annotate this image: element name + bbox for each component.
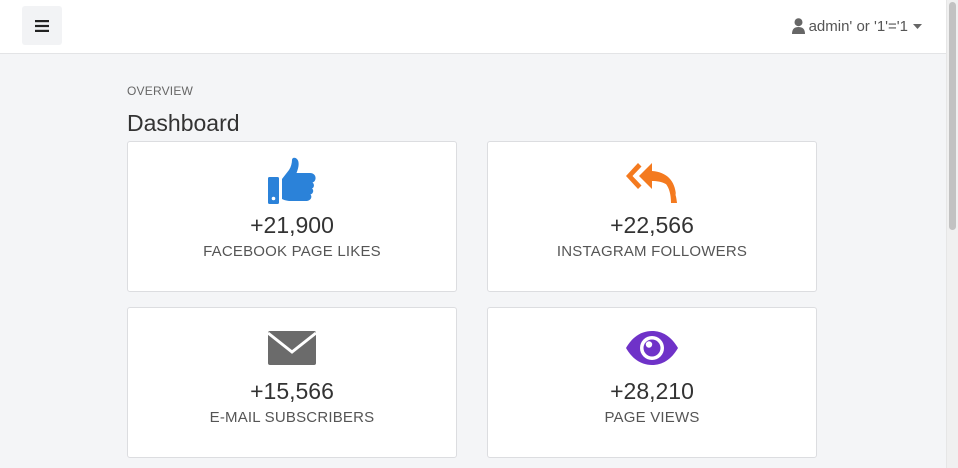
stat-card-facebook: +21,900 FACEBOOK PAGE LIKES: [127, 141, 457, 292]
stat-label: FACEBOOK PAGE LIKES: [203, 243, 381, 260]
section-label: OVERVIEW: [127, 84, 194, 98]
user-dropdown[interactable]: admin' or '1'='1: [791, 15, 922, 37]
eye-icon: [488, 322, 816, 374]
reply-all-icon: [488, 156, 816, 208]
top-navbar: admin' or '1'='1: [0, 0, 946, 54]
stat-card-page-views: +28,210 PAGE VIEWS: [487, 307, 817, 458]
hamburger-icon: [35, 19, 49, 32]
user-icon: [791, 18, 805, 34]
envelope-icon: [128, 322, 456, 374]
stat-card-instagram: +22,566 INSTAGRAM FOLLOWERS: [487, 141, 817, 292]
stat-value: +22,566: [610, 212, 694, 238]
stat-label: PAGE VIEWS: [604, 409, 700, 426]
stat-card-email: +15,566 E-MAIL SUBSCRIBERS: [127, 307, 457, 458]
user-name: admin' or '1'='1: [808, 17, 908, 35]
stat-label: INSTAGRAM FOLLOWERS: [556, 243, 748, 260]
stat-value: +21,900: [250, 212, 334, 238]
main-content: OVERVIEW Dashboard: [127, 84, 817, 138]
thumbs-up-icon: [128, 156, 456, 208]
page-title: Dashboard: [127, 110, 240, 136]
scrollbar-thumb[interactable]: [949, 2, 956, 230]
page-scrollbar[interactable]: [946, 0, 958, 468]
stat-value: +28,210: [610, 378, 694, 404]
stat-value: +15,566: [250, 378, 334, 404]
stat-label: E-MAIL SUBSCRIBERS: [209, 409, 375, 426]
caret-down-icon: [913, 23, 922, 29]
menu-toggle-button[interactable]: [22, 6, 62, 45]
